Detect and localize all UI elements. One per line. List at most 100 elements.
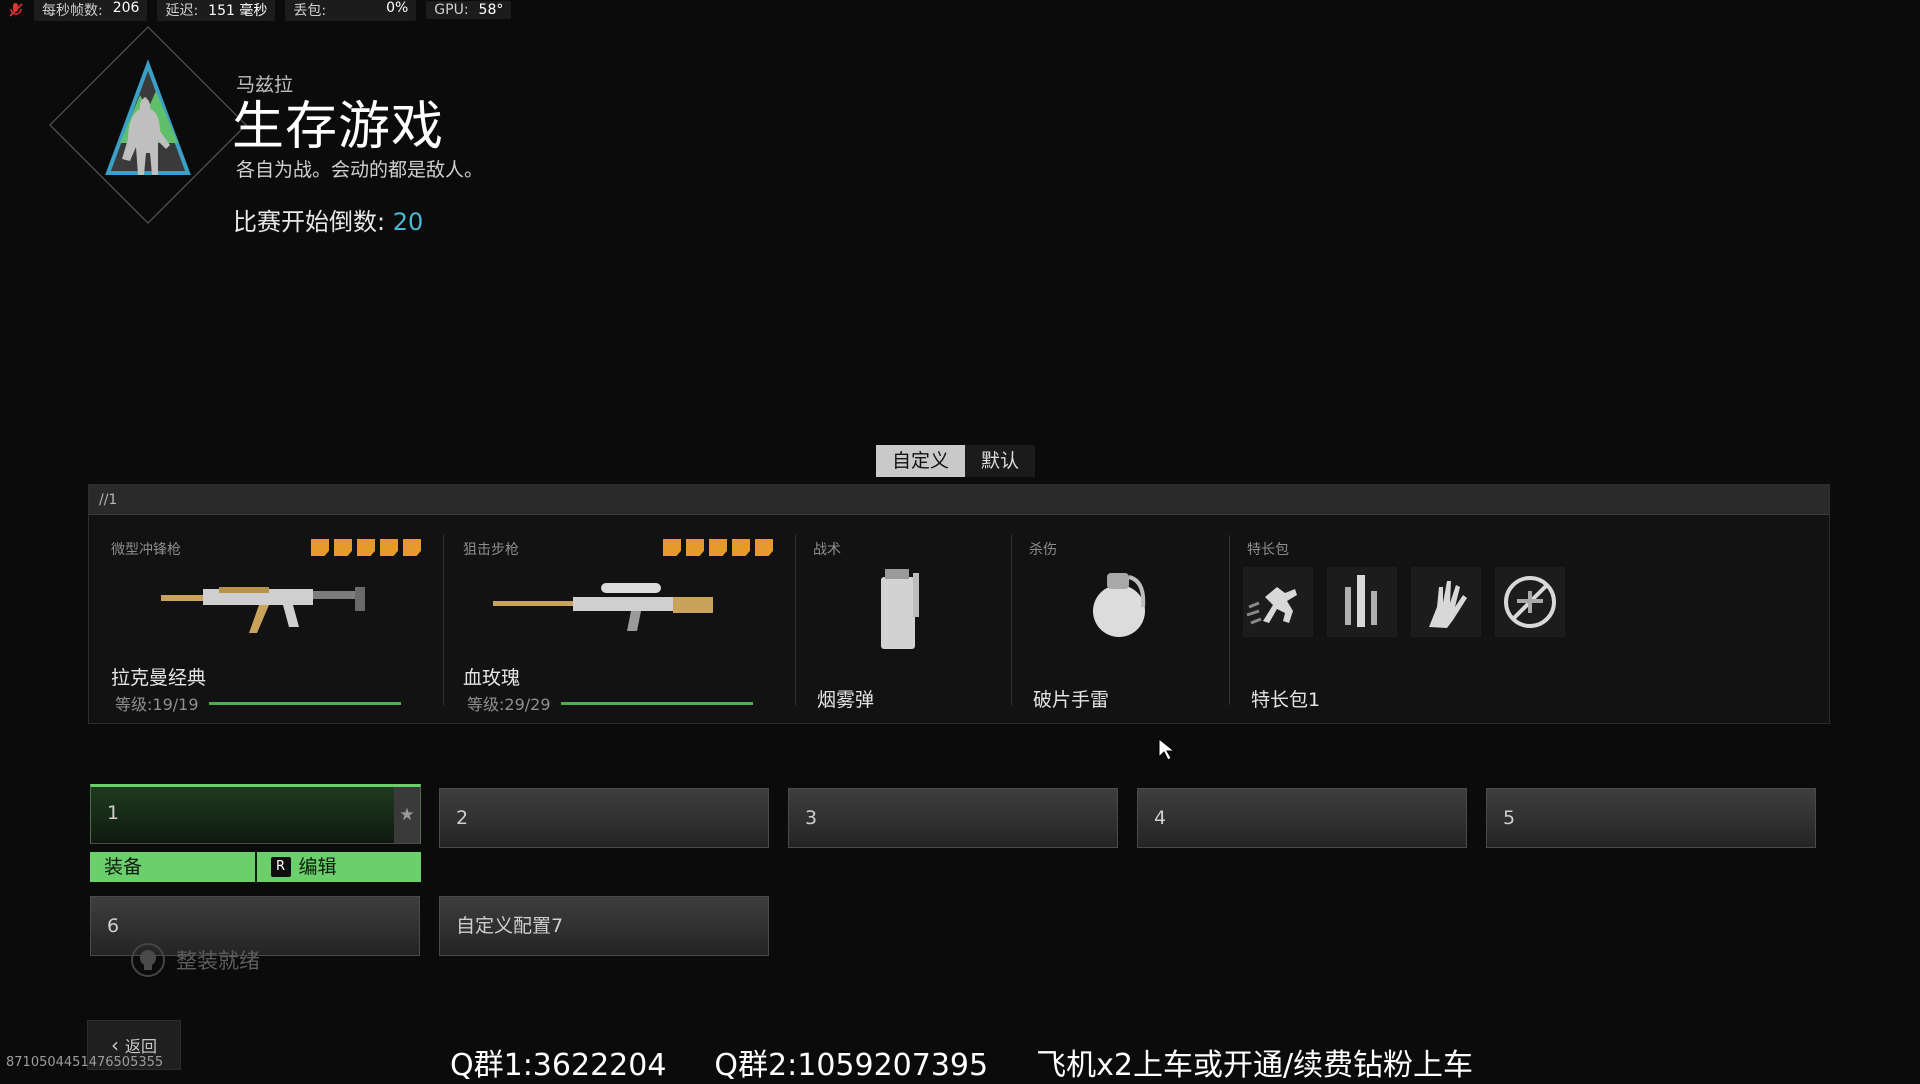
mode-description: 各自为战。会动的都是敌人。 xyxy=(236,159,484,181)
secondary-level: 等级:29/29 xyxy=(467,691,753,715)
tab-custom[interactable]: 自定义 xyxy=(876,445,966,477)
loadout-slot-5[interactable]: 5 xyxy=(1486,788,1816,848)
loadout-slot-label: 自定义配置7 xyxy=(456,915,564,937)
ready-label: 整装就绪 xyxy=(176,949,260,973)
secondary-level-bar xyxy=(560,701,753,705)
gpu-value: 58° xyxy=(478,2,504,18)
loadout-slot-2[interactable]: 2 xyxy=(439,788,769,848)
perk-package-name: 特长包1 xyxy=(1251,689,1321,711)
smg-icon xyxy=(161,587,365,633)
ready-status: 整装就绪 xyxy=(130,942,260,978)
lethal-name: 破片手雷 xyxy=(1033,689,1110,711)
mode-title: 生存游戏 xyxy=(232,97,445,157)
tier-mark xyxy=(755,539,773,556)
loadout-slot-7[interactable]: 自定义配置7 xyxy=(439,896,769,956)
weapon-tier-marks xyxy=(663,539,773,556)
primary-category: 微型冲锋枪 xyxy=(111,542,181,558)
chevron-left-icon: ‹ xyxy=(110,1033,119,1057)
loadout-slot-label: 2 xyxy=(456,807,469,829)
loadout-slot-label: 4 xyxy=(1154,807,1167,829)
tier-mark xyxy=(334,539,352,556)
loadout-slot-1[interactable]: 1 ★ xyxy=(90,784,421,844)
lethal-category: 杀伤 xyxy=(1029,542,1057,558)
smoke-grenade-icon xyxy=(881,569,919,649)
fps-value: 206 xyxy=(112,0,140,16)
secondary-weapon-slot[interactable]: 狙击步枪 血玫瑰 等级:29/29 xyxy=(441,525,793,714)
tier-mark xyxy=(686,539,704,556)
gpu-readout: GPU: 58° xyxy=(426,1,512,19)
tier-mark xyxy=(403,539,421,556)
tactical-slot[interactable]: 战术 烟雾弹 xyxy=(795,525,1011,711)
weapon-tier-marks xyxy=(311,539,421,556)
tier-mark xyxy=(311,539,329,556)
perk-package-slot[interactable]: 特长包 特长包1 xyxy=(1229,525,1609,711)
secondary-category: 狙击步枪 xyxy=(463,542,519,558)
tier-mark xyxy=(357,539,375,556)
sniper-rifle-icon xyxy=(493,583,713,631)
tab-default[interactable]: 默认 xyxy=(965,445,1035,477)
fps-label: 每秒帧数: xyxy=(42,3,103,19)
loadout-slot-3[interactable]: 3 xyxy=(788,788,1118,848)
tier-mark xyxy=(663,539,681,556)
primary-level: 等级:19/19 xyxy=(115,691,401,715)
promo-group-1: Q群1:3622204 xyxy=(450,1048,667,1083)
loadout-slot-label: 1 xyxy=(107,802,120,824)
loadout-actions: 装备 R 编辑 xyxy=(90,852,421,882)
hands-perk-icon xyxy=(1411,567,1481,637)
countdown-label: 比赛开始倒数: xyxy=(233,208,386,236)
level-fill xyxy=(560,701,753,705)
back-label: 返回 xyxy=(124,1037,157,1056)
promo-banner: Q群1:3622204 Q群2:1059207395 飞机x2上车或开通/续费钻… xyxy=(450,1040,1473,1084)
tier-mark xyxy=(709,539,727,556)
performance-overlay: 每秒帧数: 206 延迟: 151 毫秒 丢包: 0% GPU: 58° xyxy=(0,0,512,21)
sprint-perk-icon xyxy=(1243,567,1313,637)
mic-muted-icon xyxy=(9,3,23,17)
loadout-header: //1 xyxy=(89,485,1829,515)
edit-button[interactable]: R 编辑 xyxy=(254,852,421,882)
skull-icon xyxy=(131,943,165,977)
loadout-slot-label: 5 xyxy=(1503,807,1516,829)
primary-name: 拉克曼经典 xyxy=(111,667,207,689)
frag-grenade-icon xyxy=(1093,573,1146,637)
primary-weapon-slot[interactable]: 微型冲锋枪 拉克曼经典 等级:19/19 xyxy=(89,525,441,714)
packet-loss-label: 丢包: xyxy=(293,3,327,19)
lethal-slot[interactable]: 杀伤 破片手雷 xyxy=(1011,525,1227,711)
perk-category: 特长包 xyxy=(1247,542,1289,558)
perk-icons xyxy=(1243,567,1565,637)
primary-level-bar xyxy=(208,701,401,705)
tactical-name: 烟雾弹 xyxy=(817,689,875,711)
tier-mark xyxy=(380,539,398,556)
gpu-label: GPU: xyxy=(434,2,469,18)
packet-loss-value: 0% xyxy=(386,0,409,16)
tactical-category: 战术 xyxy=(813,542,841,558)
packet-loss-readout: 丢包: 0% xyxy=(285,0,417,21)
equip-button[interactable]: 装备 xyxy=(90,852,255,882)
latency-readout: 延迟: 151 毫秒 xyxy=(157,0,276,21)
overkill-perk-icon xyxy=(1327,567,1397,637)
r-key-icon: R xyxy=(270,857,291,877)
stream-id: 8710504451476505355 xyxy=(6,1055,164,1070)
primary-level-text: 等级:19/19 xyxy=(115,695,199,714)
latency-value: 151 毫秒 xyxy=(208,3,268,19)
level-fill xyxy=(208,701,401,705)
latency-label: 延迟: xyxy=(165,3,199,19)
promo-text: 飞机x2上车或开通/续费钻粉上车 xyxy=(1036,1048,1474,1083)
no-uav-perk-icon xyxy=(1495,567,1565,637)
secondary-level-text: 等级:29/29 xyxy=(467,695,551,714)
edit-label: 编辑 xyxy=(298,856,337,878)
loadout-slot-label: 6 xyxy=(107,915,120,937)
promo-group-2: Q群2:1059207395 xyxy=(714,1048,989,1083)
countdown-value: 20 xyxy=(392,208,424,236)
fps-readout: 每秒帧数: 206 xyxy=(34,0,148,21)
loadout-detail-panel: //1 微型冲锋枪 拉克曼经典 等级:19/19 狙击步枪 血玫瑰 等级:29/… xyxy=(88,484,1830,724)
loadout-slot-4[interactable]: 4 xyxy=(1137,788,1467,848)
loadout-slot-label: 3 xyxy=(805,807,818,829)
match-countdown: 比赛开始倒数: 20 xyxy=(233,202,423,237)
soldier-silhouette-emblem xyxy=(49,26,247,224)
secondary-name: 血玫瑰 xyxy=(463,667,521,689)
loadout-mode-toggle: 自定义 默认 xyxy=(876,445,1036,477)
favorite-star-icon[interactable]: ★ xyxy=(394,787,420,843)
mouse-cursor-icon xyxy=(1158,738,1176,761)
tier-mark xyxy=(732,539,750,556)
